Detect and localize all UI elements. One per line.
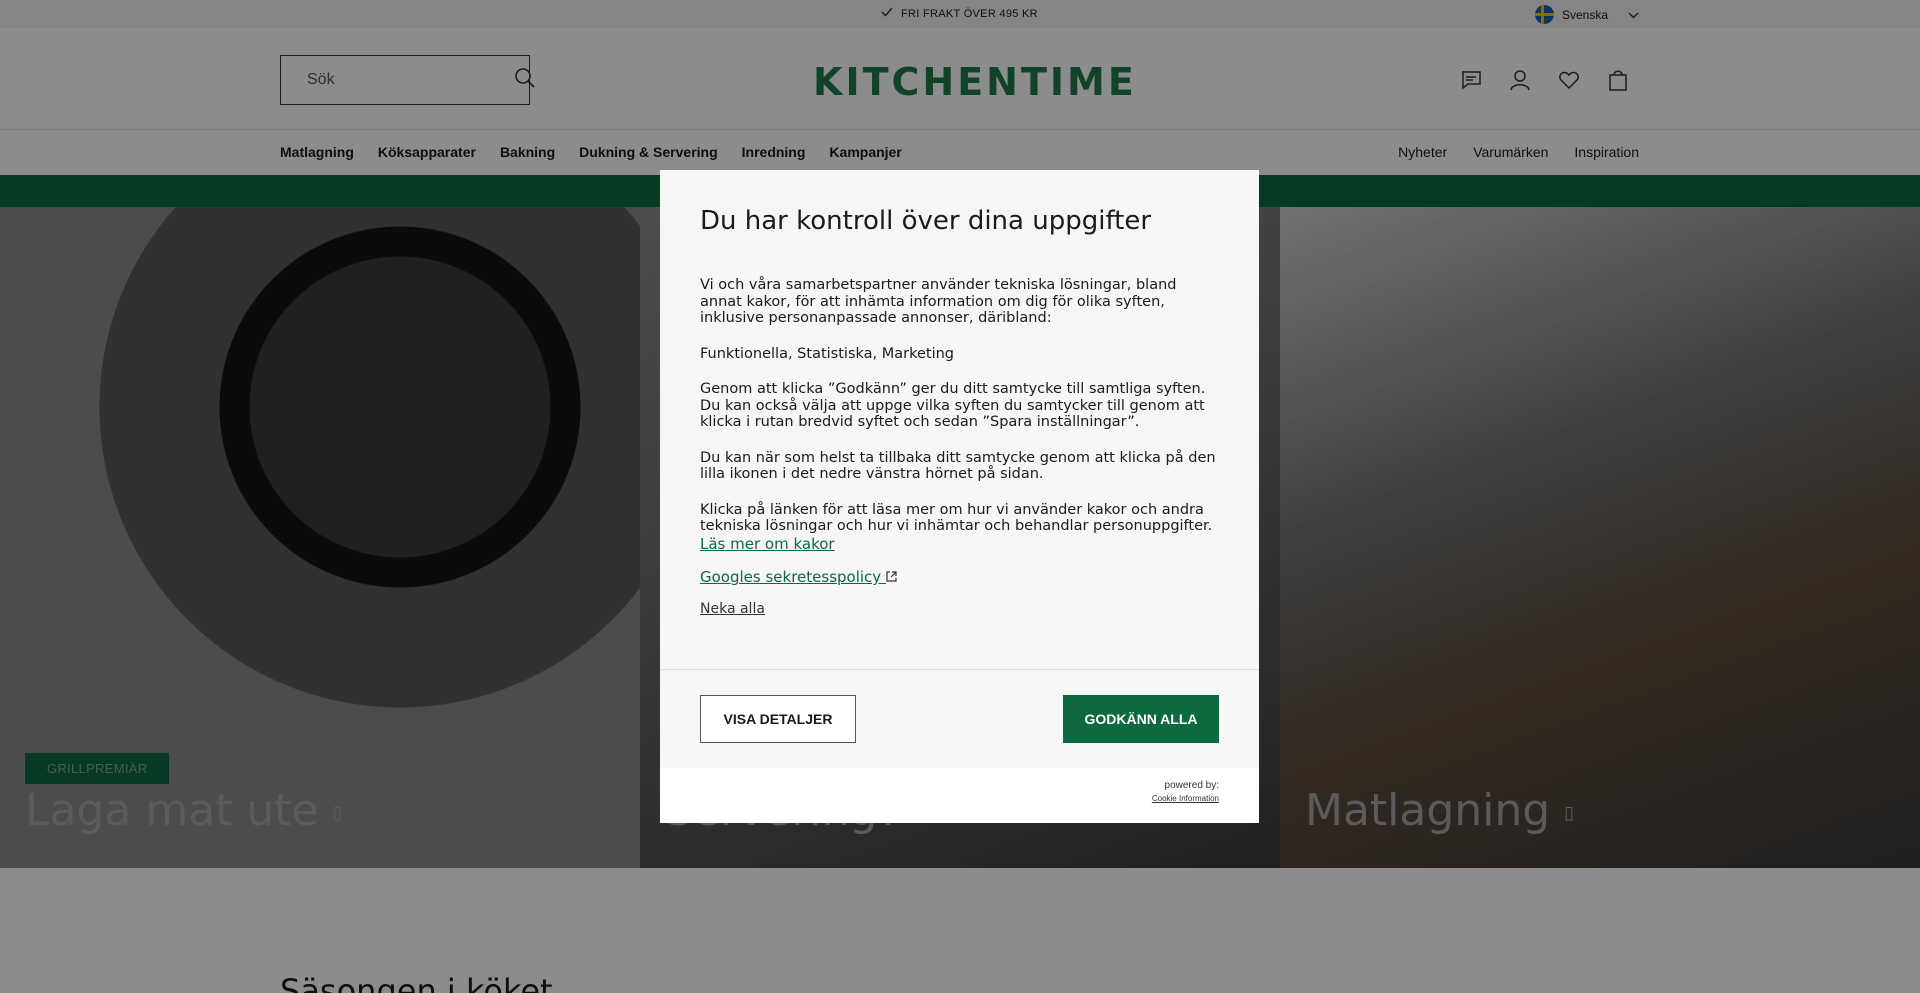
dialog-purposes: Funktionella, Statistiska, Marketing bbox=[700, 345, 955, 362]
dialog-body: Vi och våra samarbetspartner använder te… bbox=[700, 277, 1220, 535]
dialog-links: Läs mer om kakor Googles sekretesspolicy… bbox=[700, 535, 897, 632]
dialog-paragraph: Genom att klicka ”Godkänn” ger du ditt s… bbox=[700, 381, 1206, 430]
google-privacy-link[interactable]: Googles sekretesspolicy bbox=[700, 568, 897, 586]
cookie-information-link[interactable]: Cookie Information bbox=[1152, 794, 1219, 803]
dialog-paragraph: Klicka på länken för att läsa mer om hur… bbox=[700, 501, 1213, 535]
dialog-title: Du har kontroll över dina uppgifter bbox=[700, 206, 1152, 236]
show-details-button[interactable]: VISA DETALJER bbox=[700, 695, 856, 743]
deny-all-link[interactable]: Neka alla bbox=[700, 601, 897, 617]
powered-by: powered by: Cookie Information bbox=[1151, 780, 1219, 803]
cookie-consent-dialog: Du har kontroll över dina uppgifter Vi o… bbox=[660, 170, 1259, 823]
dialog-paragraph: Vi och våra samarbetspartner använder te… bbox=[700, 277, 1177, 326]
external-link-icon bbox=[886, 568, 897, 586]
dialog-paragraph: Du kan när som helst ta tillbaka ditt sa… bbox=[700, 449, 1216, 483]
dialog-footer: powered by: Cookie Information bbox=[660, 768, 1259, 823]
dialog-divider bbox=[660, 669, 1259, 670]
accept-all-button[interactable]: GODKÄNN ALLA bbox=[1063, 695, 1219, 743]
read-more-cookies-link[interactable]: Läs mer om kakor bbox=[700, 535, 897, 553]
